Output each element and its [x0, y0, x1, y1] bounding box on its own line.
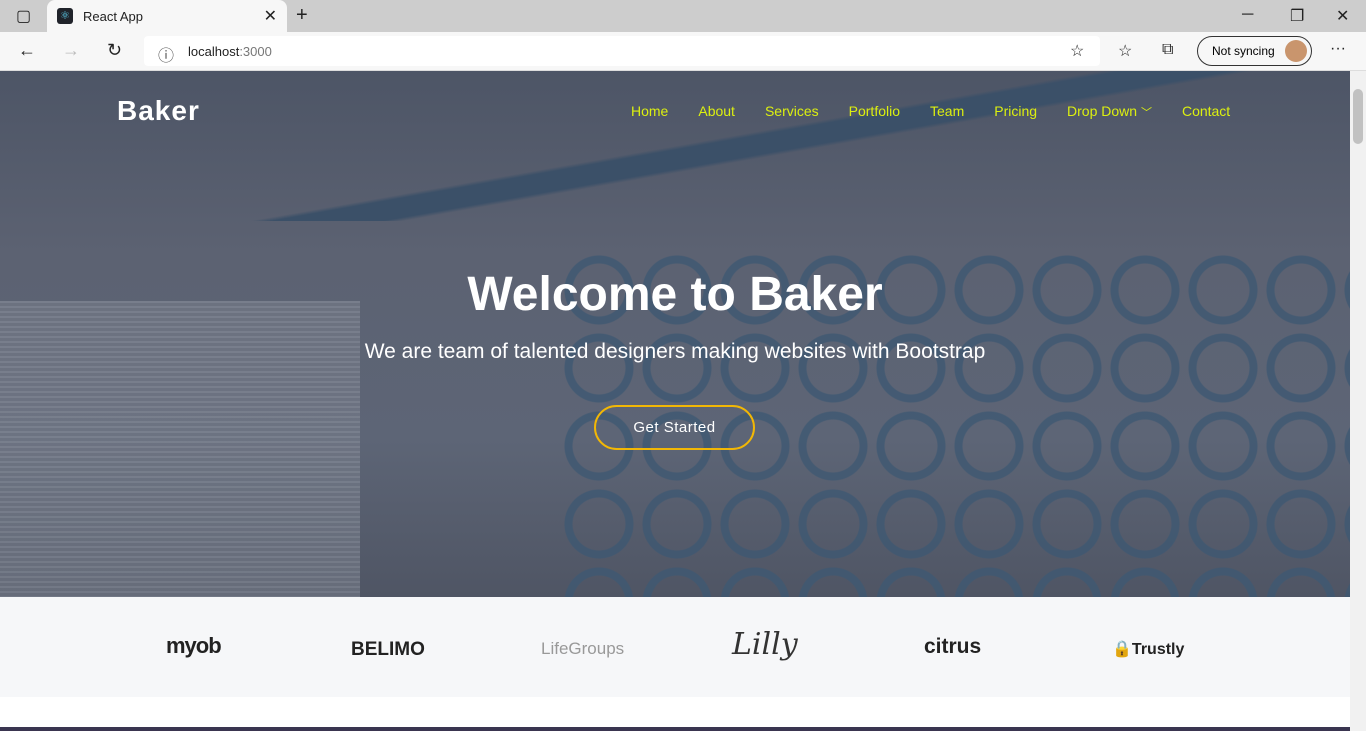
nav-about[interactable]: About	[698, 103, 735, 120]
profile-sync-button[interactable]: Not syncing	[1197, 36, 1312, 66]
hero-section: Baker Home About Services Portfolio Team…	[0, 71, 1350, 597]
browser-tab[interactable]: ⚛ React App ✕	[47, 0, 287, 32]
client-logo-lilly: Lilly	[732, 627, 798, 662]
url-host: localhost	[188, 43, 240, 59]
nav-home[interactable]: Home	[631, 103, 668, 120]
forward-icon[interactable]: →	[62, 40, 80, 61]
nav-team[interactable]: Team	[930, 103, 964, 120]
hero-subtitle: We are team of talented designers making…	[364, 340, 986, 363]
new-tab-icon[interactable]: +	[296, 4, 308, 27]
client-logo-trustly: 🔒Trustly	[1112, 639, 1184, 659]
tab-title: React App	[83, 8, 143, 24]
url-port: :3000	[239, 43, 272, 59]
hero-title: Welcome to Baker	[467, 268, 883, 321]
nav-pricing[interactable]: Pricing	[994, 103, 1037, 120]
collections-icon[interactable]: ⧉	[1162, 41, 1173, 59]
chevron-down-icon: ﹀	[1140, 107, 1152, 119]
nav-portfolio[interactable]: Portfolio	[849, 103, 900, 120]
brand-logo[interactable]: Baker	[117, 95, 200, 127]
close-window-icon[interactable]: ✕	[1336, 6, 1349, 26]
reload-icon[interactable]: ↻	[107, 40, 122, 61]
maximize-icon[interactable]: ❐	[1290, 6, 1304, 26]
nav-dropdown[interactable]: Drop Down ﹀	[1067, 103, 1152, 120]
tab-actions-icon[interactable]: ▢	[16, 6, 31, 26]
address-bar: ← → ↻ ⓘ localhost:3000 ☆ ☆ ⧉ Not syncing…	[0, 32, 1366, 71]
clients-section: myob BELIMO LifeGroups Lilly citrus 🔒Tru…	[0, 597, 1350, 697]
info-icon[interactable]: ⓘ	[158, 42, 174, 66]
add-favorite-icon[interactable]: ☆	[1070, 41, 1084, 61]
client-logo-lifegroups: LifeGroups	[541, 639, 625, 658]
close-tab-icon[interactable]: ✕	[264, 6, 277, 26]
avatar	[1285, 40, 1307, 62]
lock-icon: 🔒	[1112, 641, 1132, 658]
scrollbar-thumb[interactable]	[1353, 89, 1363, 144]
main-nav: Home About Services Portfolio Team Prici…	[631, 103, 1230, 120]
sync-label: Not syncing	[1212, 44, 1275, 58]
nav-contact[interactable]: Contact	[1182, 103, 1230, 120]
page-scrollbar[interactable]	[1350, 71, 1366, 731]
nav-services[interactable]: Services	[765, 103, 819, 120]
client-logo-trustly-text: Trustly	[1131, 641, 1185, 658]
hero-background-ceiling	[0, 71, 1350, 221]
client-logo-belimo: BELIMO	[351, 639, 425, 660]
url-input[interactable]: ⓘ localhost:3000 ☆	[144, 36, 1100, 66]
back-icon[interactable]: ←	[18, 40, 36, 61]
tab-bar: ▢ ⚛ React App ✕ + ─ ❐ ✕	[0, 0, 1366, 32]
client-logo-citrus: citrus	[924, 635, 982, 658]
minimize-icon[interactable]: ─	[1242, 6, 1253, 24]
favorites-icon[interactable]: ☆	[1118, 41, 1132, 61]
get-started-button[interactable]: Get Started	[594, 405, 755, 450]
client-logo-myob: myob	[166, 633, 222, 658]
react-favicon-icon: ⚛	[57, 8, 73, 24]
more-icon[interactable]: ···	[1330, 40, 1346, 58]
next-section-edge	[0, 727, 1350, 731]
nav-dropdown-label: Drop Down	[1067, 103, 1138, 119]
